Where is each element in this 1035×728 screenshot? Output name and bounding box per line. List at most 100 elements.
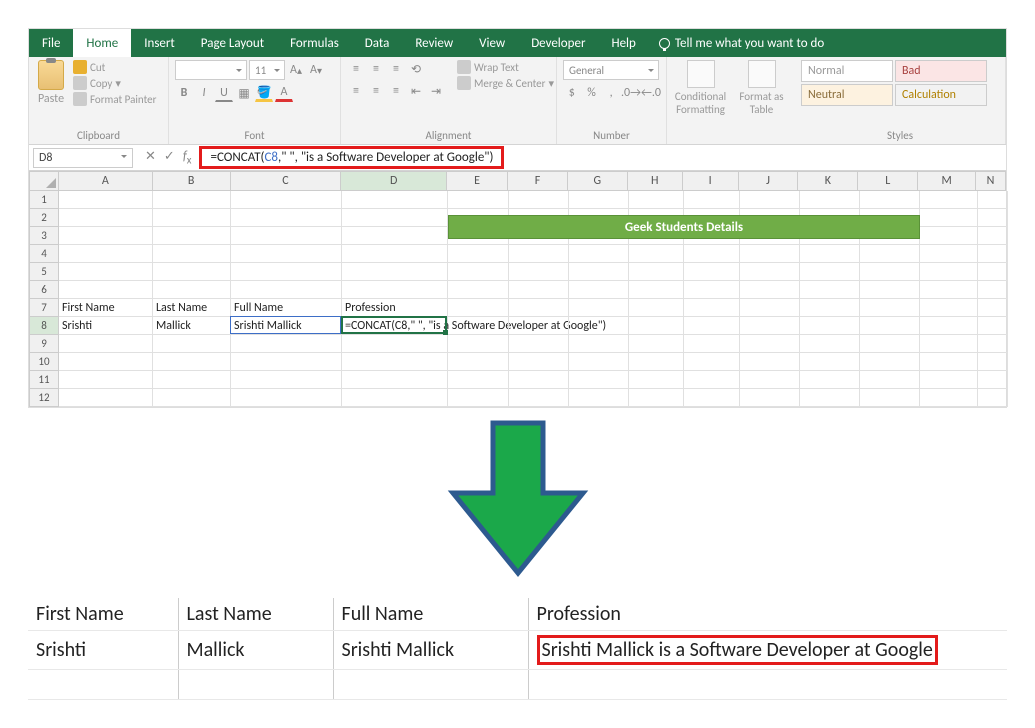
merge-center-button[interactable]: Merge & Center ▾: [457, 76, 554, 90]
cell-C9[interactable]: [231, 335, 342, 353]
number-format-combo[interactable]: General: [563, 60, 659, 80]
accounting-button[interactable]: $: [563, 84, 581, 102]
cell-E9[interactable]: [448, 335, 509, 353]
align-top-button[interactable]: ≡: [347, 60, 365, 78]
cell-N10[interactable]: [978, 353, 1008, 371]
col-header-F[interactable]: F: [508, 171, 568, 191]
cell-B3[interactable]: [153, 227, 231, 245]
cell-A12[interactable]: [59, 389, 153, 407]
col-header-D[interactable]: D: [341, 171, 447, 191]
cell-E8[interactable]: [448, 317, 509, 335]
align-bottom-button[interactable]: ≡: [387, 60, 405, 78]
cell-A1[interactable]: [59, 191, 153, 209]
cell-L11[interactable]: [860, 371, 920, 389]
decrease-font-button[interactable]: A▾: [307, 61, 325, 79]
inc-decimal-button[interactable]: .0→: [622, 84, 640, 102]
cell-B9[interactable]: [153, 335, 231, 353]
cell-F9[interactable]: [509, 335, 569, 353]
wrap-text-button[interactable]: Wrap Text: [457, 60, 554, 74]
cell-D8[interactable]: =CONCAT(C8," ", "is a Software Developer…: [342, 317, 448, 335]
style-calculation[interactable]: Calculation: [895, 84, 987, 106]
cell-H12[interactable]: [629, 389, 684, 407]
cell-A8[interactable]: Srishti: [59, 317, 153, 335]
cell-C10[interactable]: [231, 353, 342, 371]
tab-insert[interactable]: Insert: [131, 29, 188, 57]
cell-E12[interactable]: [448, 389, 509, 407]
cell-C12[interactable]: [231, 389, 342, 407]
cell-G1[interactable]: [569, 191, 629, 209]
col-header-C[interactable]: C: [231, 171, 342, 191]
bold-button[interactable]: B: [175, 84, 193, 102]
cell-J9[interactable]: [740, 335, 800, 353]
cell-A11[interactable]: [59, 371, 153, 389]
cell-G9[interactable]: [569, 335, 629, 353]
cell-C11[interactable]: [231, 371, 342, 389]
cell-D7[interactable]: Profession: [342, 299, 448, 317]
col-header-M[interactable]: M: [918, 171, 976, 191]
align-middle-button[interactable]: ≡: [367, 60, 385, 78]
row-header-10[interactable]: 10: [29, 353, 59, 371]
name-box[interactable]: D8: [33, 148, 133, 168]
cell-N7[interactable]: [978, 299, 1008, 317]
col-header-B[interactable]: B: [153, 171, 231, 191]
cell-B4[interactable]: [153, 245, 231, 263]
cell-C7[interactable]: Full Name: [231, 299, 342, 317]
cell-E10[interactable]: [448, 353, 509, 371]
row-header-1[interactable]: 1: [29, 191, 59, 209]
cell-A3[interactable]: [59, 227, 153, 245]
cell-B12[interactable]: [153, 389, 231, 407]
cell-M2[interactable]: [920, 209, 978, 227]
col-header-H[interactable]: H: [628, 171, 683, 191]
cell-C5[interactable]: [231, 263, 342, 281]
cell-A4[interactable]: [59, 245, 153, 263]
font-name-combo[interactable]: [175, 60, 247, 80]
cell-F8[interactable]: [509, 317, 569, 335]
format-as-table-button[interactable]: Format as Table: [734, 60, 789, 140]
cell-G5[interactable]: [569, 263, 629, 281]
cell-D3[interactable]: [342, 227, 448, 245]
cell-E6[interactable]: [448, 281, 509, 299]
cell-A5[interactable]: [59, 263, 153, 281]
cell-C6[interactable]: [231, 281, 342, 299]
fx-button[interactable]: fx: [183, 149, 192, 167]
cell-M9[interactable]: [920, 335, 978, 353]
row-header-4[interactable]: 4: [29, 245, 59, 263]
cell-F11[interactable]: [509, 371, 569, 389]
row-header-7[interactable]: 7: [29, 299, 59, 317]
cell-F6[interactable]: [509, 281, 569, 299]
cell-B5[interactable]: [153, 263, 231, 281]
orientation-button[interactable]: ⟲: [407, 60, 425, 78]
cell-L9[interactable]: [860, 335, 920, 353]
cell-K8[interactable]: [800, 317, 860, 335]
col-header-J[interactable]: J: [739, 171, 799, 191]
increase-font-button[interactable]: A▴: [287, 61, 305, 79]
col-header-G[interactable]: G: [568, 171, 628, 191]
formula-input[interactable]: =CONCAT(C8," ", "is a Software Developer…: [199, 148, 1006, 168]
cell-L7[interactable]: [860, 299, 920, 317]
style-neutral[interactable]: Neutral: [801, 84, 893, 106]
cell-I4[interactable]: [684, 245, 740, 263]
cell-N3[interactable]: [978, 227, 1008, 245]
cell-K5[interactable]: [800, 263, 860, 281]
cell-I7[interactable]: [684, 299, 740, 317]
cancel-formula-button[interactable]: ✕: [145, 149, 156, 167]
cell-H4[interactable]: [629, 245, 684, 263]
style-normal[interactable]: Normal: [801, 60, 893, 82]
col-header-E[interactable]: E: [447, 171, 508, 191]
align-center-button[interactable]: ≡: [367, 82, 385, 100]
row-header-9[interactable]: 9: [29, 335, 59, 353]
cell-D12[interactable]: [342, 389, 448, 407]
cell-D4[interactable]: [342, 245, 448, 263]
cell-G4[interactable]: [569, 245, 629, 263]
tab-view[interactable]: View: [466, 29, 518, 57]
cell-J6[interactable]: [740, 281, 800, 299]
cell-J8[interactable]: [740, 317, 800, 335]
cell-M12[interactable]: [920, 389, 978, 407]
cell-B2[interactable]: [153, 209, 231, 227]
cell-H9[interactable]: [629, 335, 684, 353]
cell-K6[interactable]: [800, 281, 860, 299]
cell-L4[interactable]: [860, 245, 920, 263]
cell-K10[interactable]: [800, 353, 860, 371]
cell-B1[interactable]: [153, 191, 231, 209]
cell-N5[interactable]: [978, 263, 1008, 281]
